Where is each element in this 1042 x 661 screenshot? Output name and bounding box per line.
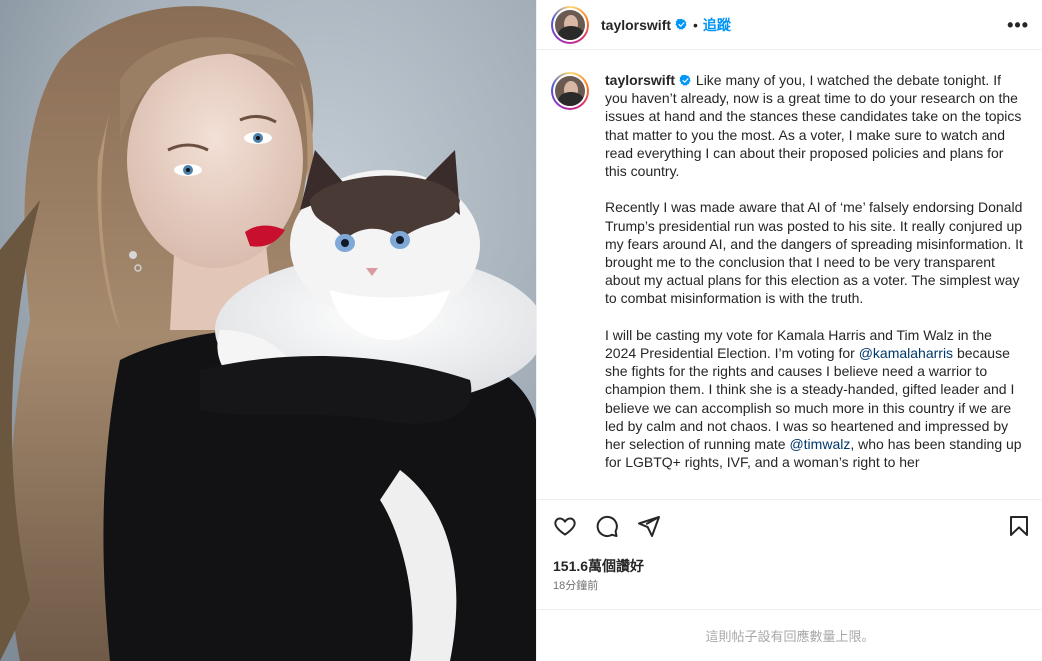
post-photo[interactable] <box>0 0 536 661</box>
post-photo-illustration <box>0 0 536 661</box>
post-header: taylorswift • 追蹤 ••• <box>537 0 1042 50</box>
caption-paragraph-1-text: Like many of you, I watched the debate t… <box>605 72 1022 180</box>
mention-kamalaharris[interactable]: @kamalaharris <box>859 345 953 361</box>
verified-badge-icon <box>675 18 687 30</box>
share-icon[interactable] <box>637 514 661 538</box>
follow-button[interactable]: 追蹤 <box>703 15 731 35</box>
author-username[interactable]: taylorswift <box>601 17 671 33</box>
caption-text: taylorswift Like many of you, I watched … <box>605 71 1023 490</box>
comments-limited-notice: 這則帖子設有回應數量上限。 <box>537 609 1042 661</box>
caption-scroll-area[interactable]: taylorswift Like many of you, I watched … <box>537 51 1042 499</box>
mention-timwalz[interactable]: @timwalz <box>789 436 850 452</box>
author-avatar[interactable] <box>551 5 589 44</box>
post-detail-panel: taylorswift • 追蹤 ••• taylorswift Like ma… <box>536 0 1042 661</box>
post-timestamp[interactable]: 18分鐘前 <box>553 577 598 593</box>
caption-author-avatar[interactable] <box>551 72 589 110</box>
caption-comment: taylorswift Like many of you, I watched … <box>551 71 1027 490</box>
caption-username[interactable]: taylorswift <box>605 72 675 88</box>
caption-paragraph-3: I will be casting my vote for Kamala Har… <box>605 326 1023 472</box>
heart-icon[interactable] <box>553 514 577 538</box>
comment-icon[interactable] <box>595 514 619 538</box>
caption-paragraph-1: taylorswift Like many of you, I watched … <box>605 71 1023 180</box>
caption-paragraph-2: Recently I was made aware that AI of ‘me… <box>605 199 1023 307</box>
separator-dot: • <box>693 16 698 33</box>
likes-count[interactable]: 151.6萬個讚好 <box>553 556 644 576</box>
more-horizontal-icon[interactable]: ••• <box>1007 15 1029 36</box>
post-actions-bar <box>537 499 1042 551</box>
bookmark-icon[interactable] <box>1007 514 1031 538</box>
verified-badge-icon <box>679 74 691 86</box>
